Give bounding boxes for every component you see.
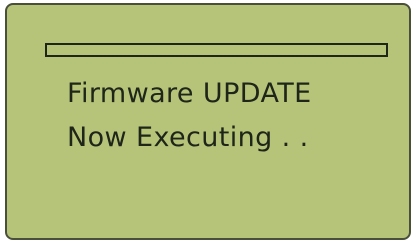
update-progress-bar: [45, 43, 388, 57]
status-title: Firmware UPDATE: [67, 78, 312, 109]
lcd-display: Firmware UPDATE Now Executing . .: [5, 3, 411, 240]
status-message: Now Executing . .: [67, 122, 309, 153]
